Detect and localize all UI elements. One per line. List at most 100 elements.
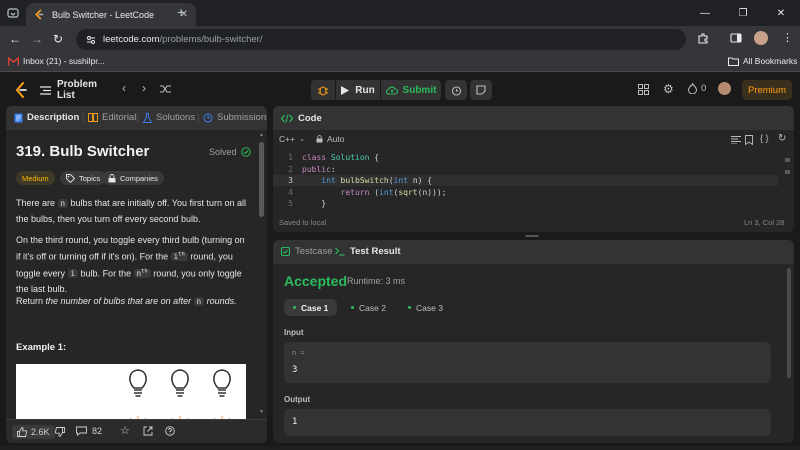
inline-code: ith [170, 251, 188, 261]
minimize-icon[interactable]: — [686, 8, 724, 19]
shuffle-icon[interactable] [160, 84, 171, 94]
user-avatar[interactable] [718, 82, 731, 95]
scroll-down-icon[interactable]: ▼ [259, 409, 264, 415]
favorite-star-icon[interactable]: ☆ [120, 424, 130, 437]
inline-code: n [57, 199, 69, 208]
case-tab-label: Case 2 [359, 302, 386, 313]
braces-icon[interactable]: { } [760, 133, 769, 143]
document-icon [14, 113, 23, 123]
tab-submissions-label: Submissions [217, 112, 267, 123]
auto-mode[interactable]: Auto [316, 134, 345, 144]
site-info-icon[interactable] [86, 35, 96, 45]
code-line[interactable]: 4 return (int(sqrt(n))); [273, 187, 778, 198]
debug-button[interactable] [311, 80, 335, 100]
timer-button[interactable] [445, 80, 467, 100]
address-bar[interactable]: leetcode.com/problems/bulb-switcher/ [76, 29, 686, 50]
input-value: 3 [292, 365, 298, 375]
help-icon[interactable] [165, 426, 175, 436]
case-tab-label: Case 1 [301, 302, 329, 313]
language-select[interactable]: C++ ⌄ [279, 134, 305, 144]
like-count: 2.6K [31, 427, 50, 437]
code-line[interactable]: 1 class Solution { [273, 152, 778, 163]
new-tab-icon[interactable]: + [177, 4, 185, 20]
prev-problem-icon[interactable]: ‹ [122, 81, 126, 95]
bookmark-icon[interactable] [745, 135, 753, 145]
layout-grid-icon[interactable] [638, 84, 649, 95]
comments-button[interactable]: 82 [76, 426, 102, 436]
window-close-icon[interactable]: ✕ [762, 8, 800, 19]
reload-icon[interactable]: ↻ [53, 32, 63, 46]
superscript: th [178, 251, 185, 258]
next-problem-icon[interactable]: › [142, 81, 146, 95]
thumbs-up-icon [17, 427, 27, 437]
notes-button[interactable] [470, 80, 492, 100]
auto-mode-label: Auto [327, 134, 345, 144]
result-scrollbar-thumb[interactable] [787, 268, 791, 378]
share-icon[interactable] [143, 426, 153, 436]
premium-button[interactable]: Premium [742, 80, 792, 100]
format-icon[interactable] [731, 136, 741, 144]
settings-gear-icon[interactable]: ⚙ [663, 82, 674, 96]
tab-solutions-label: Solutions [156, 112, 196, 123]
inline-code: n [193, 297, 205, 306]
scroll-up-icon[interactable]: ▲ [259, 132, 264, 138]
like-button[interactable]: 2.6K [12, 425, 55, 439]
back-icon[interactable]: ← [9, 32, 21, 46]
panel-resize-handle[interactable] [525, 235, 539, 237]
code-line[interactable]: 5 } [273, 198, 778, 209]
bug-icon [317, 84, 329, 96]
cursor-position: Ln 3, Col 28 [744, 218, 785, 227]
checkbox-icon [281, 247, 290, 256]
play-icon [341, 85, 350, 95]
scrollbar-thumb[interactable] [259, 142, 264, 217]
streak-counter[interactable]: 0 [688, 83, 706, 94]
problem-list-button[interactable]: Problem List [40, 79, 114, 101]
case-tab-3[interactable]: Case 3 [401, 299, 450, 316]
reset-icon[interactable]: ↻ [778, 133, 786, 144]
description-scrollbar[interactable]: ▲ ▼ [258, 132, 265, 417]
code-line[interactable]: 3 int bulbSwitch(int n) { [273, 175, 778, 186]
gmail-icon [8, 56, 19, 66]
code-line[interactable]: 2 public: [273, 164, 778, 175]
code-editor[interactable]: 1 class Solution {2 public: 3 int bulbSwitc… [273, 152, 778, 212]
companies-chip[interactable]: Companies [102, 171, 164, 185]
all-bookmarks-label: All Bookmarks [743, 56, 798, 66]
description-paragraph-1: There are n bulbs that are initially off… [16, 196, 248, 226]
profile-avatar[interactable] [754, 31, 768, 45]
language-label: C++ [279, 134, 296, 144]
tab-testcase[interactable]: Testcase [281, 246, 333, 257]
side-panel-icon[interactable] [730, 32, 742, 44]
tab-search-icon[interactable] [7, 7, 19, 19]
extensions-icon[interactable] [697, 32, 709, 44]
input-label: Input [284, 328, 304, 337]
comment-icon [76, 426, 87, 436]
tab-submissions[interactable]: Submissions [203, 112, 267, 123]
browser-tab[interactable]: Bulb Switcher - LeetCode ✕ [26, 3, 196, 26]
forward-icon[interactable]: → [31, 32, 43, 46]
tab-solutions[interactable]: Solutions [143, 112, 195, 123]
tab-title: Bulb Switcher - LeetCode [52, 9, 155, 20]
maximize-icon[interactable]: ❐ [724, 8, 762, 19]
tab-description[interactable]: Description [14, 112, 79, 123]
line-number: 1 [288, 153, 293, 162]
leetcode-logo-icon[interactable] [14, 82, 28, 98]
bookmark-inbox[interactable]: Inbox (21) - sushilpr... [8, 56, 105, 66]
run-button[interactable]: Run [336, 80, 380, 100]
pass-dot-icon [351, 306, 354, 309]
all-bookmarks[interactable]: All Bookmarks [728, 56, 797, 66]
case-tab-2[interactable]: Case 2 [344, 299, 393, 316]
thumbs-down-icon[interactable] [55, 427, 65, 437]
tab-test-result[interactable]: Test Result [335, 246, 401, 257]
leetcode-navbar: Problem List ‹ › Run Submit ⚙ 0 Premium [0, 76, 800, 104]
folder-icon [728, 57, 739, 66]
tab-editorial[interactable]: Editorial [88, 112, 136, 123]
topics-chip[interactable]: Topics [60, 171, 107, 185]
case-tab-1[interactable]: Case 1 [284, 299, 338, 316]
browser-menu-icon[interactable]: ⋮ [782, 31, 793, 44]
submit-button[interactable]: Submit [381, 80, 441, 100]
code-text: public: [302, 164, 336, 174]
note-icon [476, 85, 486, 95]
submit-label: Submit [402, 84, 437, 96]
bulb-icon [129, 369, 231, 397]
tab-separator: | [328, 246, 331, 257]
